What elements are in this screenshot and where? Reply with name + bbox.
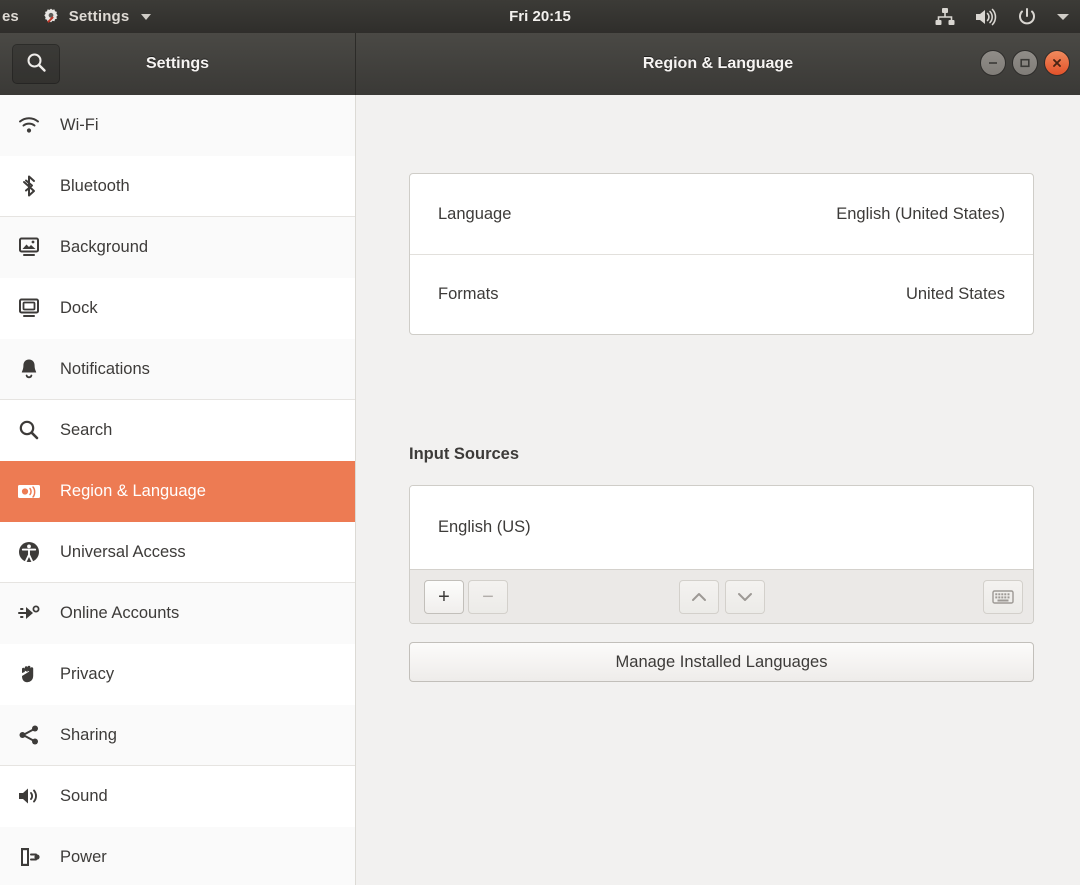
- sidebar-item-label: Power: [60, 847, 107, 866]
- bell-icon: [16, 357, 42, 381]
- hand-icon: [16, 662, 42, 686]
- sidebar-item-label: Bluetooth: [60, 176, 130, 195]
- sidebar-item-wi-fi[interactable]: Wi-Fi: [0, 95, 355, 156]
- sidebar-item-power[interactable]: Power: [0, 827, 355, 885]
- sidebar-item-sharing[interactable]: Sharing: [0, 705, 355, 766]
- sidebar-item-sound[interactable]: Sound: [0, 766, 355, 827]
- list-item[interactable]: English (US): [438, 518, 531, 537]
- minimize-button[interactable]: [980, 50, 1006, 76]
- input-sources-box: English (US) + −: [409, 485, 1034, 624]
- language-row[interactable]: Language English (United States): [410, 174, 1033, 254]
- page-title: Region & Language: [642, 55, 794, 72]
- search-icon: [25, 51, 47, 78]
- manage-installed-languages-button[interactable]: Manage Installed Languages: [409, 642, 1034, 682]
- chevron-up-icon: [691, 592, 706, 601]
- sidebar-item-label: Background: [60, 237, 149, 256]
- clock[interactable]: Fri 20:15: [0, 8, 1080, 25]
- chevron-down-icon[interactable]: [141, 13, 152, 20]
- top-bar-left-group: es Settings: [0, 7, 152, 27]
- sidebar-item-label: Notifications: [60, 359, 150, 378]
- system-indicators: [934, 7, 1070, 27]
- language-value: English (United States): [836, 204, 1005, 223]
- formats-row[interactable]: Formats United States: [410, 254, 1033, 334]
- sidebar-item-label: Online Accounts: [60, 603, 180, 622]
- content-header: Region & Language: [356, 33, 1080, 95]
- bluetooth-icon: [16, 174, 42, 198]
- window-header-bar: Settings Region & Language: [0, 33, 1080, 95]
- remove-input-source-button[interactable]: −: [468, 579, 508, 614]
- move-group: [678, 579, 765, 614]
- layout-group: [983, 579, 1023, 614]
- maximize-button[interactable]: [1012, 50, 1038, 76]
- sidebar-header: Settings: [0, 33, 356, 95]
- network-wired-icon[interactable]: [934, 7, 956, 27]
- formats-label: Formats: [438, 285, 499, 303]
- accessibility-icon: [16, 540, 42, 564]
- move-down-button[interactable]: [724, 579, 765, 614]
- language-formats-card: Language English (United States) Formats…: [409, 173, 1034, 335]
- sidebar-item-region-language[interactable]: Region & Language: [0, 461, 355, 522]
- power-plug-icon: [16, 845, 42, 869]
- sidebar-item-label: Privacy: [60, 664, 115, 683]
- volume-icon[interactable]: [974, 7, 998, 27]
- language-label: Language: [438, 204, 512, 223]
- sidebar-item-label: Sharing: [60, 725, 117, 744]
- system-menu-chevron-icon[interactable]: [1056, 12, 1070, 22]
- sidebar-item-bluetooth[interactable]: Bluetooth: [0, 156, 355, 217]
- sidebar-item-dock[interactable]: Dock: [0, 278, 355, 339]
- sidebar-item-label: Search: [60, 420, 113, 439]
- background-icon: [16, 235, 42, 259]
- share-icon: [16, 723, 42, 747]
- wifi-icon: [16, 113, 42, 137]
- input-sources-heading: Input Sources: [409, 445, 520, 463]
- settings-sidebar[interactable]: Wi-Fi Bluetooth Background Dock Notifica…: [0, 95, 356, 885]
- settings-gear-icon: [41, 7, 61, 27]
- sidebar-item-label: Region & Language: [60, 481, 206, 500]
- power-icon[interactable]: [1016, 7, 1038, 27]
- chevron-down-icon: [737, 592, 752, 601]
- sidebar-item-label: Universal Access: [60, 542, 186, 561]
- gnome-top-bar: es Settings Fri 20:15: [0, 0, 1080, 33]
- sidebar-item-online-accounts[interactable]: Online Accounts: [0, 583, 355, 644]
- activities-button[interactable]: es: [0, 8, 19, 25]
- sidebar-item-privacy[interactable]: Privacy: [0, 644, 355, 705]
- input-sources-toolbar: + −: [410, 569, 1033, 623]
- sidebar-item-label: Wi-Fi: [60, 115, 99, 134]
- sidebar-item-search[interactable]: Search: [0, 400, 355, 461]
- search-button[interactable]: [12, 44, 60, 84]
- close-button[interactable]: [1044, 50, 1070, 76]
- input-sources-list[interactable]: English (US): [410, 486, 1033, 569]
- sidebar-item-background[interactable]: Background: [0, 217, 355, 278]
- online-accounts-icon: [16, 601, 42, 625]
- window-controls: [980, 50, 1070, 76]
- app-menu-label[interactable]: Settings: [69, 8, 130, 25]
- dock-icon: [16, 296, 42, 320]
- sidebar-item-universal-access[interactable]: Universal Access: [0, 522, 355, 583]
- add-remove-group: + −: [424, 579, 508, 614]
- move-up-button[interactable]: [678, 579, 719, 614]
- settings-window: Settings Region & Language Wi-Fi Bluetoo…: [0, 33, 1080, 885]
- sidebar-item-label: Sound: [60, 786, 108, 805]
- keyboard-icon: [992, 589, 1014, 604]
- search-icon: [16, 418, 42, 442]
- region-language-icon: [16, 479, 42, 503]
- sidebar-item-label: Dock: [60, 298, 98, 317]
- add-input-source-button[interactable]: +: [424, 579, 464, 614]
- region-language-panel: Language English (United States) Formats…: [357, 95, 1080, 885]
- sound-icon: [16, 784, 42, 808]
- sidebar-item-notifications[interactable]: Notifications: [0, 339, 355, 400]
- show-keyboard-layout-button[interactable]: [983, 579, 1023, 614]
- formats-value: United States: [905, 285, 1005, 303]
